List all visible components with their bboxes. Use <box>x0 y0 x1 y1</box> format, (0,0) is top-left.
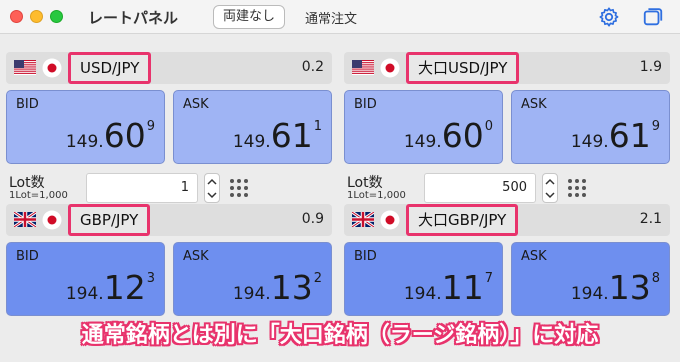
price-pip: 0 <box>484 119 493 134</box>
jp-flag-icon <box>380 58 400 78</box>
price-base: 149. <box>65 132 104 152</box>
spread-value: 2.1 <box>639 211 662 227</box>
gear-icon[interactable] <box>598 6 620 28</box>
ask-button[interactable]: ASK 149.619 <box>511 90 670 164</box>
panel-header: 大口USD/JPY 1.9 <box>344 52 670 84</box>
symbol-label[interactable]: 大口GBP/JPY <box>406 204 519 236</box>
price-big: 13 <box>608 268 651 307</box>
bid-price: 149.609 <box>66 116 155 155</box>
title-bar: レートパネル 両建なし 通常注文 <box>0 0 680 34</box>
minimize-window-button[interactable] <box>30 10 43 23</box>
us-flag-icon <box>352 60 374 75</box>
uk-flag-icon <box>352 212 374 227</box>
price-big: 60 <box>441 116 484 155</box>
price-pip: 9 <box>146 119 155 134</box>
spread-value: 1.9 <box>639 59 662 75</box>
bid-label: BID <box>16 249 39 264</box>
price-pip: 9 <box>651 119 660 134</box>
jp-flag-icon <box>42 58 62 78</box>
price-base: 194. <box>403 284 442 304</box>
lot-unit-note: 1Lot=1,000 <box>9 190 68 201</box>
price-base: 194. <box>232 284 271 304</box>
feature-caption: 通常銘柄とは別に「大口銘柄（ラージ銘柄）」に対応 <box>81 323 599 348</box>
panel-header: USD/JPY 0.2 <box>6 52 332 84</box>
bid-label: BID <box>16 97 39 112</box>
price-big: 60 <box>103 116 146 155</box>
symbol-label[interactable]: USD/JPY <box>68 52 152 84</box>
order-mode-label[interactable]: 通常注文 <box>305 8 357 27</box>
price-base: 194. <box>570 284 609 304</box>
jp-flag-icon <box>380 210 400 230</box>
ask-price: 194.138 <box>571 268 660 307</box>
lot-quantity-input[interactable]: 500 <box>424 173 536 203</box>
bid-price: 194.123 <box>66 268 155 307</box>
ask-price: 149.611 <box>233 116 322 155</box>
ask-price: 149.619 <box>571 116 660 155</box>
keypad-icon[interactable] <box>568 179 586 197</box>
ask-button[interactable]: ASK 194.132 <box>173 242 332 316</box>
lot-unit-note: 1Lot=1,000 <box>347 190 406 201</box>
price-pip: 3 <box>146 271 155 286</box>
uk-flag-icon <box>14 212 36 227</box>
price-big: 11 <box>441 268 484 307</box>
lot-stepper[interactable] <box>542 173 558 203</box>
bid-button[interactable]: BID 194.117 <box>344 242 503 316</box>
price-base: 149. <box>570 132 609 152</box>
panel-header: GBP/JPY 0.9 <box>6 204 332 236</box>
spread-value: 0.9 <box>301 211 324 227</box>
price-base: 194. <box>65 284 104 304</box>
price-big: 61 <box>608 116 651 155</box>
keypad-icon[interactable] <box>230 179 248 197</box>
symbol-label[interactable]: 大口USD/JPY <box>406 52 520 84</box>
lot-label: Lot数 <box>347 175 383 191</box>
lot-quantity-input[interactable]: 1 <box>86 173 198 203</box>
price-big: 12 <box>103 268 146 307</box>
spread-value: 0.2 <box>301 59 324 75</box>
bid-button[interactable]: BID 149.600 <box>344 90 503 164</box>
price-big: 61 <box>270 116 313 155</box>
ask-label: ASK <box>521 97 547 112</box>
chevron-down-icon[interactable] <box>207 191 217 199</box>
jp-flag-icon <box>42 210 62 230</box>
bid-price: 149.600 <box>404 116 493 155</box>
bid-label: BID <box>354 97 377 112</box>
bid-button[interactable]: BID 149.609 <box>6 90 165 164</box>
lot-stepper[interactable] <box>204 173 220 203</box>
ask-label: ASK <box>521 249 547 264</box>
chevron-down-icon[interactable] <box>545 191 555 199</box>
lot-row: Lot数 1Lot=1,000 1 <box>6 170 332 206</box>
price-pip: 2 <box>313 271 322 286</box>
us-flag-icon <box>14 60 36 75</box>
price-base: 149. <box>403 132 442 152</box>
price-pip: 1 <box>313 119 322 134</box>
close-window-button[interactable] <box>10 10 23 23</box>
windows-icon[interactable] <box>642 6 664 28</box>
price-pip: 8 <box>651 271 660 286</box>
chevron-up-icon[interactable] <box>545 178 555 186</box>
panel-header: 大口GBP/JPY 2.1 <box>344 204 670 236</box>
price-pip: 7 <box>484 271 493 286</box>
ask-button[interactable]: ASK 194.138 <box>511 242 670 316</box>
chevron-up-icon[interactable] <box>207 178 217 186</box>
ask-button[interactable]: ASK 149.611 <box>173 90 332 164</box>
lot-label: Lot数 <box>9 175 45 191</box>
ask-label: ASK <box>183 249 209 264</box>
lot-row: Lot数 1Lot=1,000 500 <box>344 170 670 206</box>
price-base: 149. <box>232 132 271 152</box>
bid-price: 194.117 <box>404 268 493 307</box>
ask-label: ASK <box>183 97 209 112</box>
symbol-label[interactable]: GBP/JPY <box>68 204 151 236</box>
price-big: 13 <box>270 268 313 307</box>
window-title: レートパネル <box>88 9 179 27</box>
bid-label: BID <box>354 249 377 264</box>
bid-button[interactable]: BID 194.123 <box>6 242 165 316</box>
hedge-toggle-button[interactable]: 両建なし <box>213 5 286 29</box>
ask-price: 194.132 <box>233 268 322 307</box>
zoom-window-button[interactable] <box>50 10 63 23</box>
